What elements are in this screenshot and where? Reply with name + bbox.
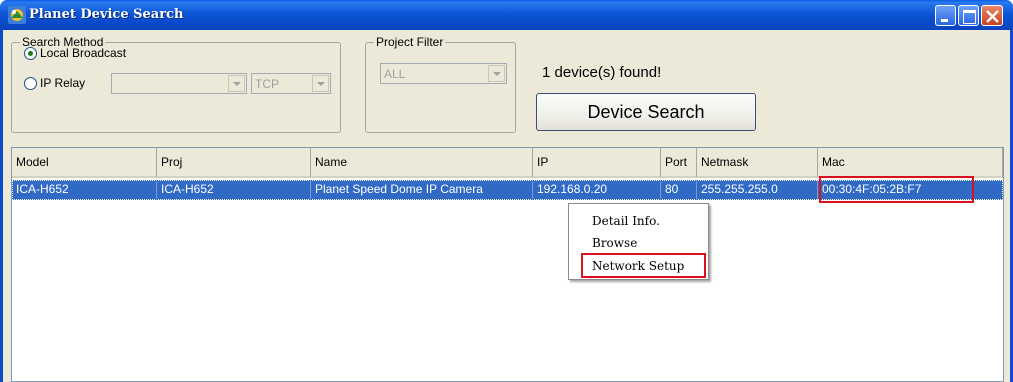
device-count-status: 1 device(s) found! [542,64,662,81]
mac-highlight-box [819,176,974,203]
window-title: Planet Device Search [29,7,184,22]
device-list[interactable]: Model Proj Name IP Port Netmask Mac ICA-… [11,147,1004,382]
column-header-name[interactable]: Name [311,148,533,178]
cell-proj: ICA-H652 [157,180,311,200]
project-filter-value: ALL [384,67,406,81]
ip-relay-radio[interactable] [24,77,37,90]
project-filter-dropdown-icon[interactable] [488,65,505,82]
cell-port: 80 [661,180,697,200]
project-filter-group: Project Filter ALL [365,35,516,133]
app-icon [8,6,26,24]
project-filter-combo[interactable]: ALL [380,63,507,84]
local-broadcast-radio[interactable] [24,47,37,60]
menu-item-browse[interactable]: Browse [569,233,708,253]
column-header-model[interactable]: Model [12,148,157,178]
context-menu: Detail Info. Browse Network Setup [568,203,709,280]
network-setup-highlight-box [581,253,706,278]
protocol-value: TCP [255,77,279,91]
cell-name: Planet Speed Dome IP Camera [311,180,533,200]
column-header-netmask[interactable]: Netmask [697,148,818,178]
close-button[interactable] [981,5,1003,26]
menu-item-detail-info[interactable]: Detail Info. [569,211,708,231]
column-header-proj[interactable]: Proj [157,148,311,178]
ip-relay-label[interactable]: IP Relay [40,76,85,90]
title-bar[interactable]: Planet Device Search [0,0,1013,30]
ip-relay-combo[interactable] [111,73,247,94]
protocol-combo[interactable]: TCP [251,73,331,94]
menu-item-browse-label: Browse [592,236,638,250]
project-filter-legend: Project Filter [374,35,446,49]
client-area: Search Method Local Broadcast IP Relay T… [0,30,1013,382]
column-header-port[interactable]: Port [661,148,697,178]
list-header: Model Proj Name IP Port Netmask Mac [12,148,1003,178]
ip-relay-dropdown-icon[interactable] [228,75,245,92]
minimize-button[interactable] [935,5,956,26]
cell-netmask: 255.255.255.0 [697,180,818,200]
column-header-ip[interactable]: IP [533,148,661,178]
cell-ip: 192.168.0.20 [533,180,661,200]
device-search-button[interactable]: Device Search [536,93,756,131]
close-icon [986,10,999,23]
column-header-mac[interactable]: Mac [818,148,1003,178]
cell-model: ICA-H652 [12,180,157,200]
menu-item-detail-info-label: Detail Info. [592,214,660,228]
maximize-button[interactable] [958,5,979,26]
protocol-dropdown-icon[interactable] [312,75,329,92]
search-method-group: Search Method Local Broadcast IP Relay T… [11,35,341,133]
local-broadcast-label[interactable]: Local Broadcast [40,46,126,60]
